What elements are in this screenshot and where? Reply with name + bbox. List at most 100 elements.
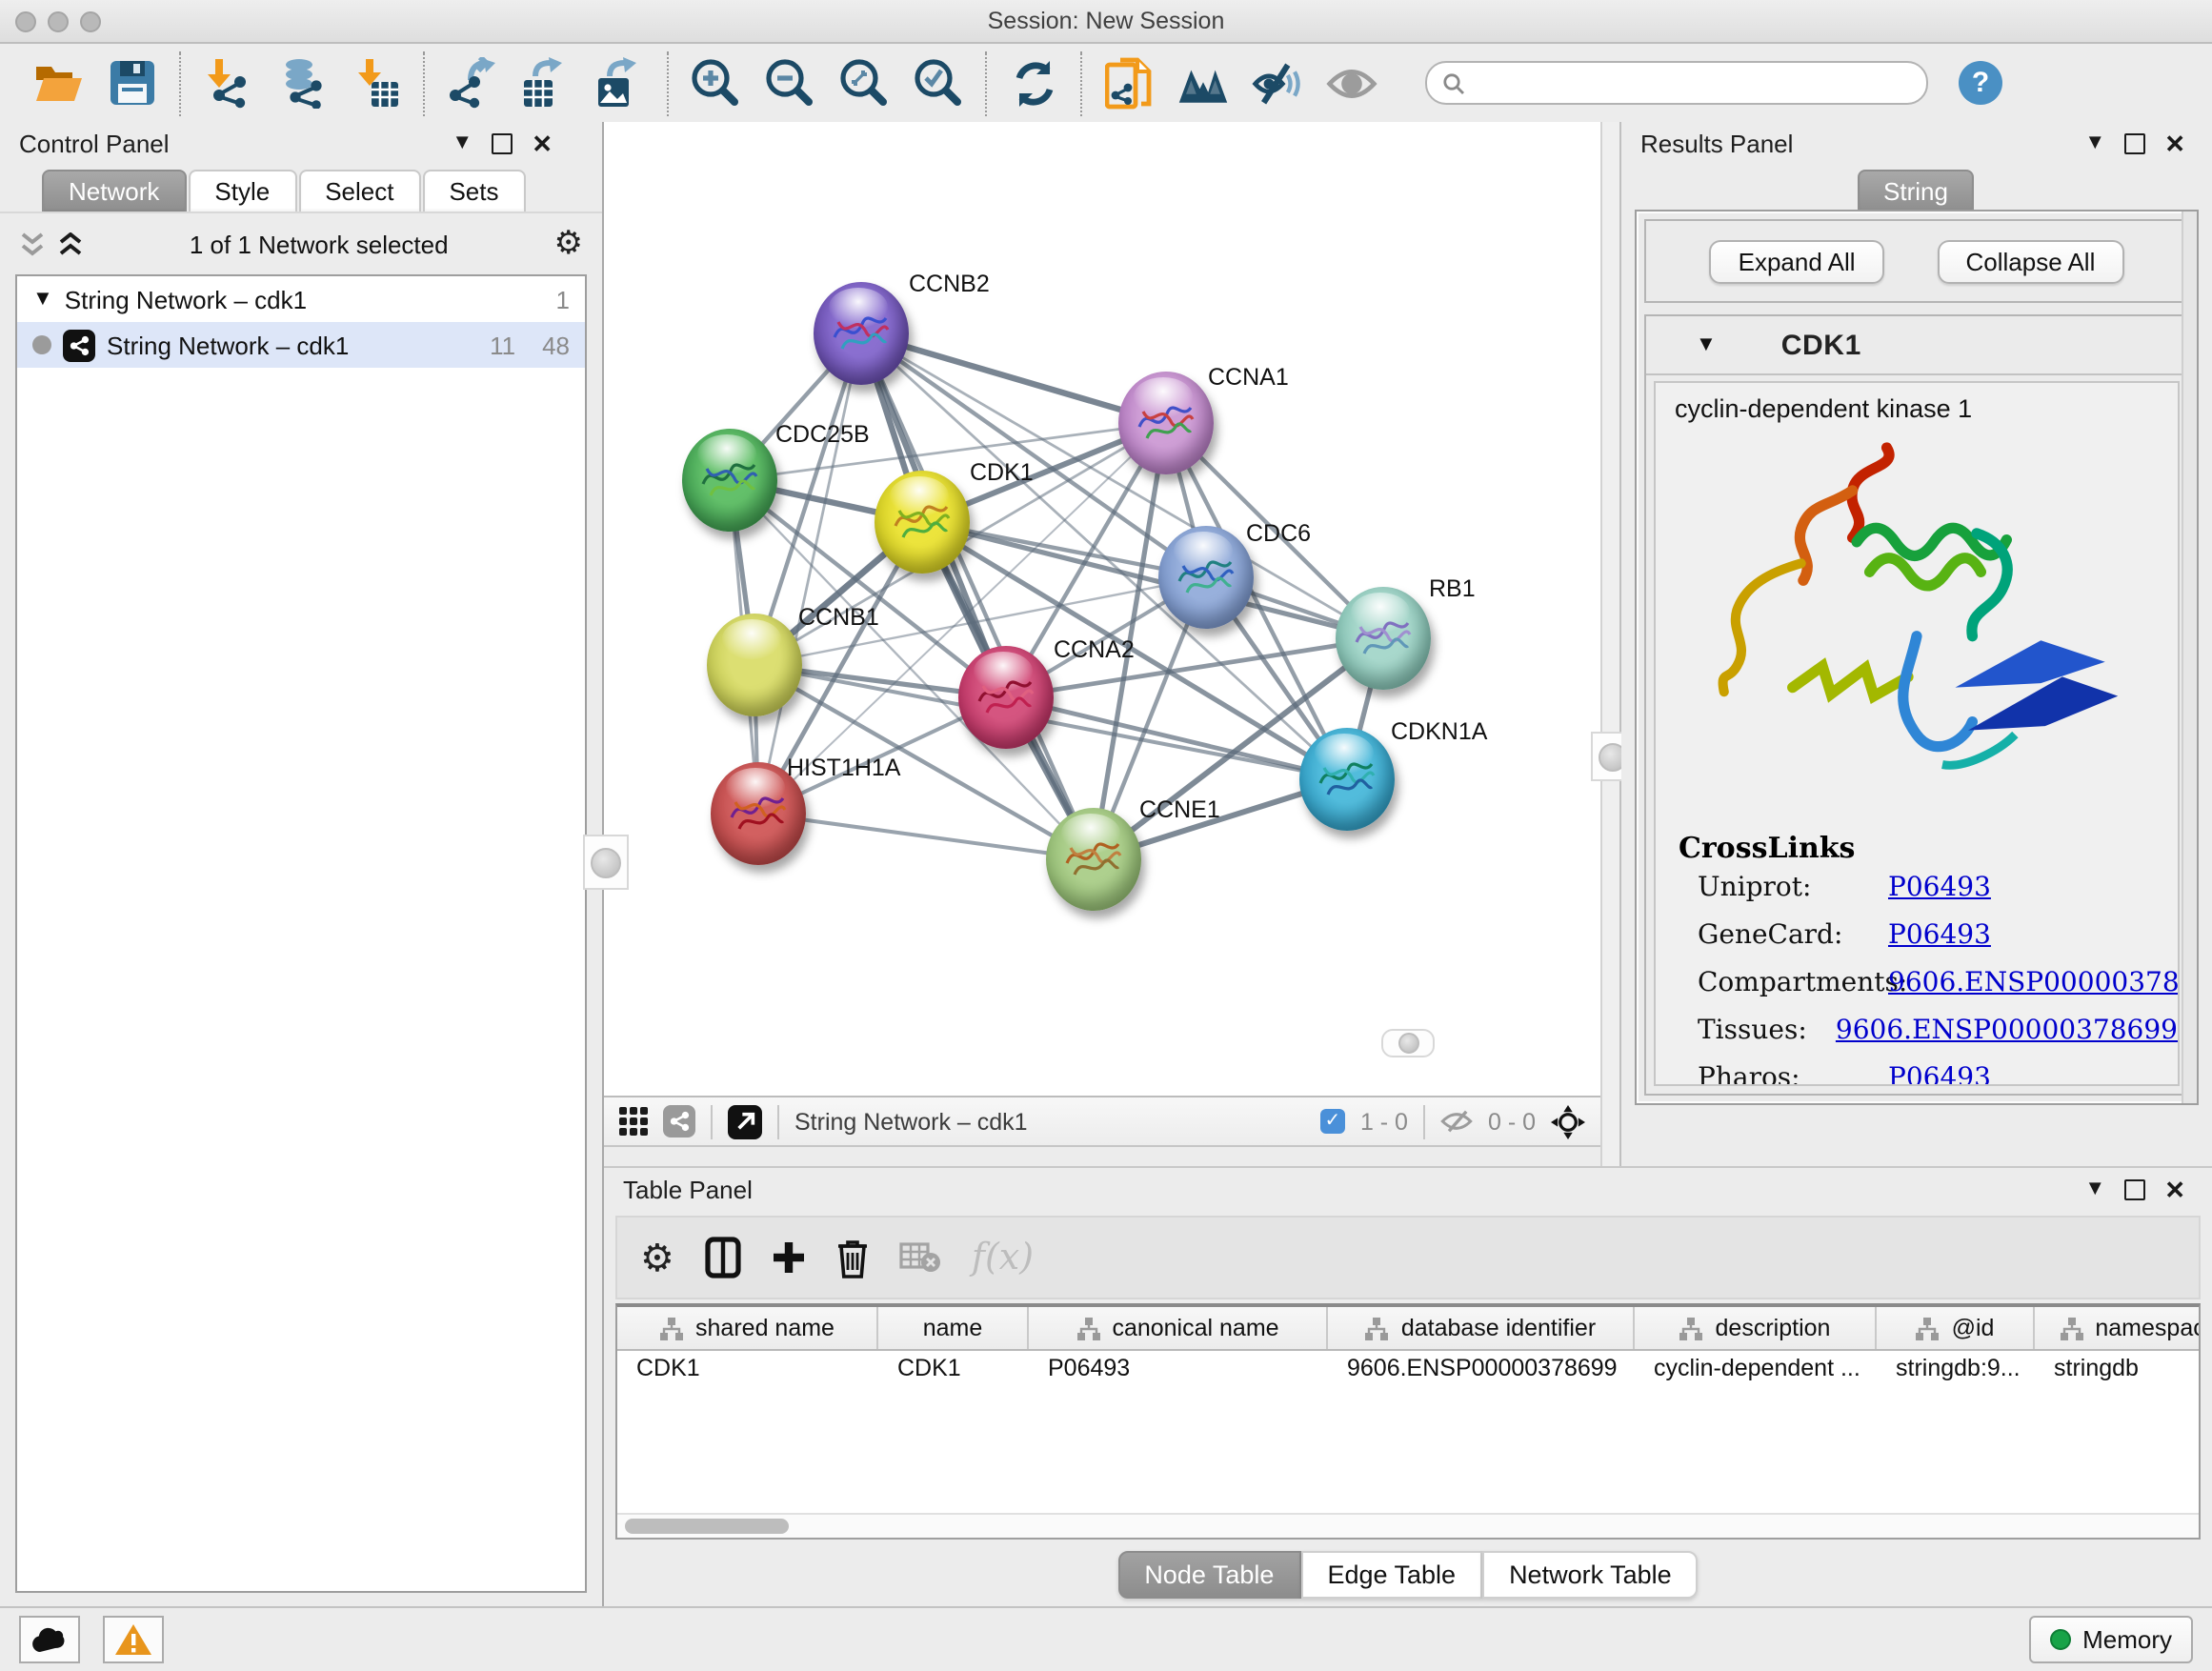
tab-select[interactable]: Select (298, 170, 420, 211)
results-panel-float-icon[interactable] (2124, 133, 2145, 154)
control-panel-close-icon[interactable]: ✕ (532, 131, 553, 156)
node-CCNB1[interactable] (707, 614, 802, 716)
results-panel-close-icon[interactable]: ✕ (2164, 131, 2185, 156)
vertical-splitter[interactable] (1600, 122, 1621, 1166)
left-splitter-grip[interactable] (583, 835, 629, 890)
node-CCNA1[interactable] (1118, 372, 1214, 474)
tab-style[interactable]: Style (188, 170, 296, 211)
table-options-gear-icon[interactable]: ⚙ (640, 1234, 674, 1281)
warning-button[interactable] (103, 1616, 164, 1663)
export-network-icon[interactable] (446, 57, 497, 109)
node-CDC6[interactable] (1158, 526, 1254, 629)
crosslink-label: Tissues: (1698, 1016, 1836, 1046)
network-status-dot (32, 335, 51, 354)
crosslink-link[interactable]: 9606.ENSP00000378699 (1888, 968, 2180, 998)
results-panel-menu-icon[interactable]: ▼ (2084, 133, 2105, 154)
import-table-from-file-icon[interactable] (351, 57, 402, 109)
tab-string[interactable]: String (1857, 170, 1975, 211)
table-cell[interactable]: stringdb (2035, 1351, 2201, 1391)
tab-node-table[interactable]: Node Table (1117, 1550, 1300, 1598)
network-edge-count: 48 (542, 331, 570, 359)
save-session-icon[interactable] (107, 57, 158, 109)
table-cell[interactable]: P06493 (1029, 1351, 1328, 1391)
node-CDKN1A[interactable] (1299, 728, 1395, 831)
zoom-fit-icon[interactable] (838, 57, 890, 109)
expand-all-icon[interactable] (57, 232, 84, 256)
clone-network-view-icon[interactable] (1103, 57, 1155, 109)
network-collection-row[interactable]: ▼ String Network – cdk1 1 (17, 276, 585, 322)
control-panel-tabs: NetworkStyleSelectSets (0, 166, 602, 211)
column-header--id[interactable]: @id (1877, 1307, 2035, 1349)
memory-button[interactable]: Memory (2029, 1616, 2193, 1663)
table-panel-float-icon[interactable] (2124, 1179, 2145, 1200)
show-network-overview-icon[interactable] (1177, 57, 1229, 109)
control-panel-float-icon[interactable] (492, 133, 513, 154)
birds-eye-view-icon[interactable] (619, 1107, 648, 1136)
column-header-namespace[interactable]: namespace (2035, 1307, 2201, 1349)
table-panel-menu-icon[interactable]: ▼ (2084, 1179, 2105, 1200)
hide-selected-icon[interactable] (1252, 57, 1303, 109)
column-header-canonical-name[interactable]: canonical name (1029, 1307, 1328, 1349)
tab-sets[interactable]: Sets (422, 170, 525, 211)
search-field[interactable] (1475, 68, 1911, 98)
create-column-icon[interactable] (772, 1240, 806, 1275)
column-header-name[interactable]: name (878, 1307, 1029, 1349)
gene-caret-icon[interactable]: ▼ (1696, 333, 1717, 356)
import-network-from-file-icon[interactable] (202, 57, 253, 109)
zoom-in-icon[interactable] (690, 57, 741, 109)
column-header-description[interactable]: description (1635, 1307, 1877, 1349)
column-header-database-identifier[interactable]: database identifier (1328, 1307, 1635, 1349)
cloud-button[interactable] (19, 1616, 80, 1663)
tab-network-table[interactable]: Network Table (1482, 1550, 1699, 1598)
collapse-all-button[interactable]: Collapse All (1938, 239, 2124, 283)
table-horizontal-scrollbar[interactable] (617, 1513, 2199, 1538)
node-RB1[interactable] (1336, 587, 1431, 690)
collection-caret-icon[interactable]: ▼ (32, 288, 53, 311)
column-header-shared-name[interactable]: shared name (617, 1307, 878, 1349)
open-session-icon[interactable] (32, 57, 84, 109)
show-columns-icon[interactable] (705, 1237, 741, 1278)
control-panel-menu-icon[interactable]: ▼ (452, 133, 473, 154)
table-cell[interactable]: CDK1 (617, 1351, 878, 1391)
zoom-out-icon[interactable] (764, 57, 815, 109)
network-row[interactable]: String Network – cdk1 11 48 (17, 322, 585, 368)
selected-checkbox-icon[interactable]: ✓ (1320, 1109, 1345, 1134)
help-button[interactable]: ? (1959, 61, 2002, 105)
show-eye-icon[interactable] (1326, 57, 1377, 109)
import-network-from-database-icon[interactable] (276, 57, 328, 109)
bottom-splitter-grip[interactable] (1381, 1029, 1435, 1057)
fit-selected-crosshair-icon[interactable] (1551, 1104, 1585, 1138)
crosslink-link[interactable]: 9606.ENSP00000378699 (1836, 1016, 2178, 1046)
search-icon (1442, 71, 1465, 94)
node-CCNB2[interactable] (814, 282, 909, 385)
scrollbar-thumb[interactable] (625, 1519, 789, 1534)
edge-HIST1H1A-CCNE1[interactable] (758, 814, 1094, 859)
node-CCNA2[interactable] (958, 646, 1054, 749)
tab-edge-table[interactable]: Edge Table (1300, 1550, 1482, 1598)
collapse-all-icon[interactable] (19, 232, 46, 256)
node-CDK1[interactable] (875, 471, 970, 574)
node-CCNE1[interactable] (1046, 808, 1141, 911)
network-canvas[interactable]: CCNB2CCNA1CDC25BCDK1CDC6RB1CCNB1CCNA2CDK… (604, 122, 1600, 1096)
node-CDC25B[interactable] (682, 429, 777, 532)
zoom-selected-icon[interactable] (913, 57, 964, 109)
export-image-icon[interactable] (594, 57, 646, 109)
delete-column-icon[interactable] (836, 1238, 869, 1278)
crosslink-link[interactable]: P06493 (1888, 920, 1991, 951)
crosslink-link[interactable]: P06493 (1888, 873, 1991, 903)
open-in-new-window-icon[interactable] (728, 1104, 762, 1138)
table-cell[interactable]: 9606.ENSP00000378699 (1328, 1351, 1635, 1391)
search-input[interactable] (1425, 61, 1928, 105)
table-cell[interactable]: cyclin-dependent ... (1635, 1351, 1877, 1391)
expand-all-button[interactable]: Expand All (1710, 239, 1884, 283)
table-cell[interactable]: stringdb:9... (1877, 1351, 2035, 1391)
tab-network[interactable]: Network (42, 170, 186, 211)
crosslink-link[interactable]: P06493 (1888, 1063, 1991, 1086)
network-options-gear-icon[interactable]: ⚙ (554, 225, 584, 263)
export-table-icon[interactable] (520, 57, 572, 109)
refresh-icon[interactable] (1008, 57, 1059, 109)
table-cell[interactable]: CDK1 (878, 1351, 1029, 1391)
results-scrollbar[interactable] (2182, 211, 2197, 1103)
hidden-eye-icon[interactable] (1440, 1109, 1473, 1134)
table-panel-close-icon[interactable]: ✕ (2164, 1178, 2185, 1202)
